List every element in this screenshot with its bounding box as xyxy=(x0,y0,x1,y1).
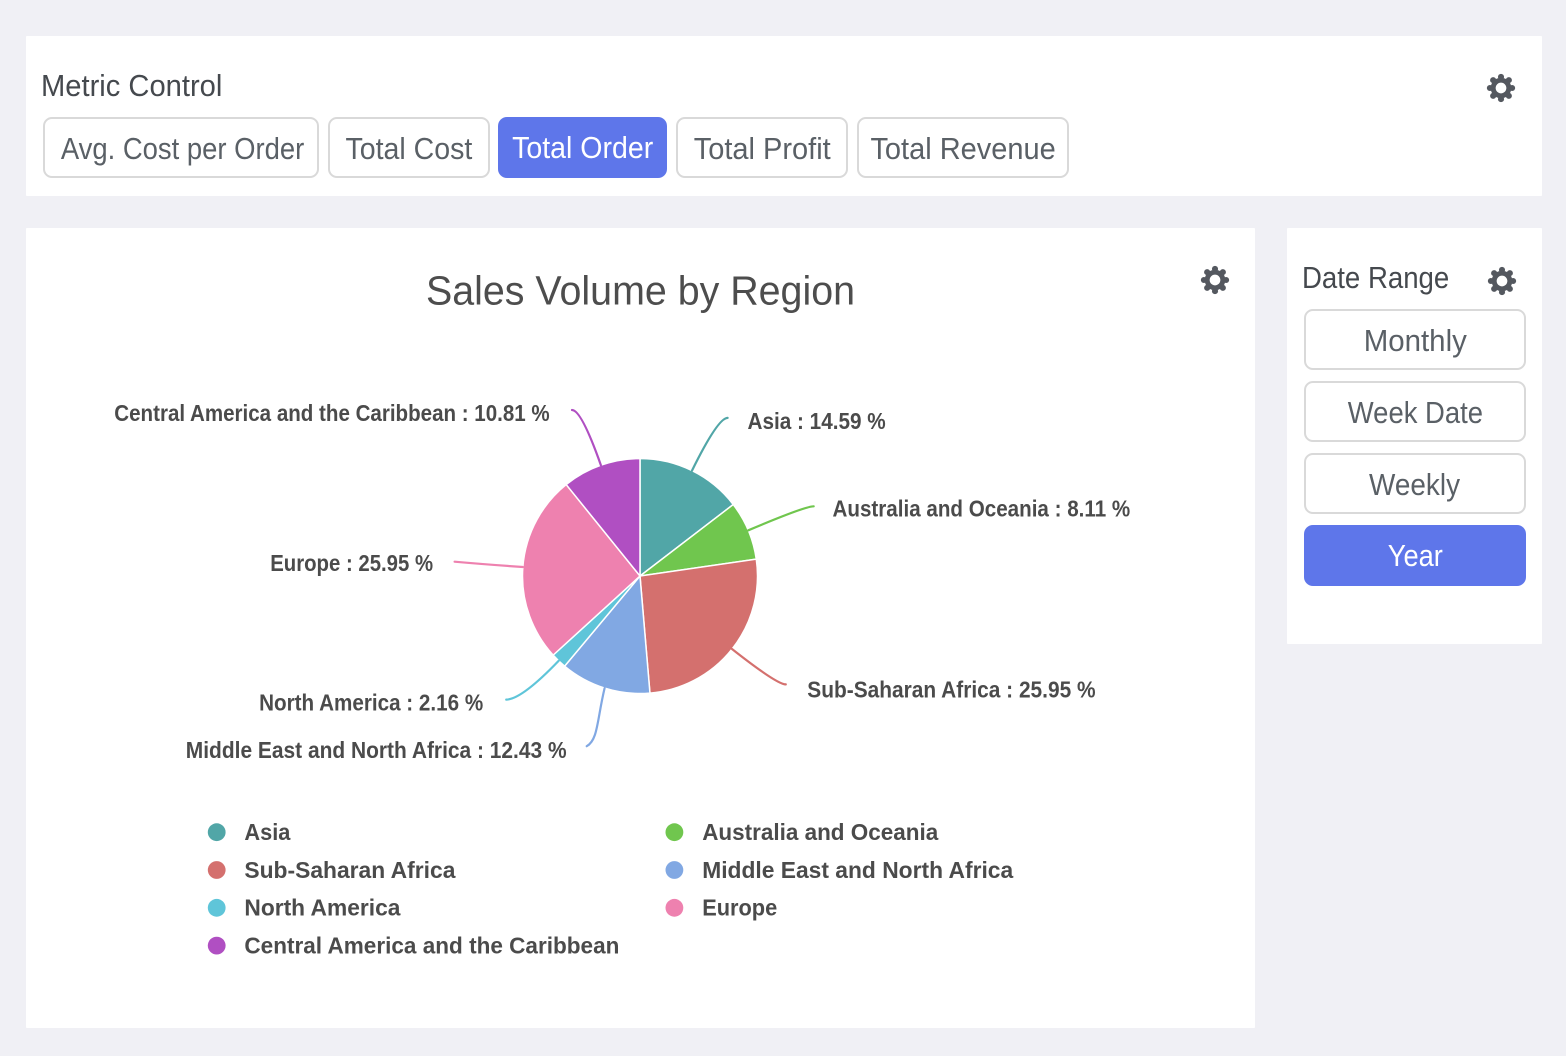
svg-text:Sub-Saharan Africa: Sub-Saharan Africa xyxy=(244,857,455,883)
svg-text:Europe: Europe xyxy=(702,895,777,921)
svg-text:Middle East and North Africa: Middle East and North Africa xyxy=(702,857,1013,883)
svg-text:Sub-Saharan Africa : 25.95 %: Sub-Saharan Africa : 25.95 % xyxy=(807,677,1095,703)
svg-text:Central America and the Caribb: Central America and the Caribbean : 10.8… xyxy=(114,400,549,426)
svg-text:Asia: Asia xyxy=(244,819,290,845)
svg-text:Asia : 14.59 %: Asia : 14.59 % xyxy=(748,408,886,434)
svg-text:Australia and Oceania : 8.11 %: Australia and Oceania : 8.11 % xyxy=(833,496,1131,522)
svg-text:Sales Volume by Region: Sales Volume by Region xyxy=(426,268,855,314)
svg-text:Middle East and North Africa :: Middle East and North Africa : 12.43 % xyxy=(186,737,567,763)
svg-text:Australia and Oceania: Australia and Oceania xyxy=(702,819,938,845)
svg-text:Central America and the Caribb: Central America and the Caribbean xyxy=(244,933,619,959)
svg-text:North America: North America xyxy=(244,895,400,921)
svg-text:North America : 2.16 %: North America : 2.16 % xyxy=(259,690,483,716)
svg-text:Europe : 25.95 %: Europe : 25.95 % xyxy=(270,550,433,576)
